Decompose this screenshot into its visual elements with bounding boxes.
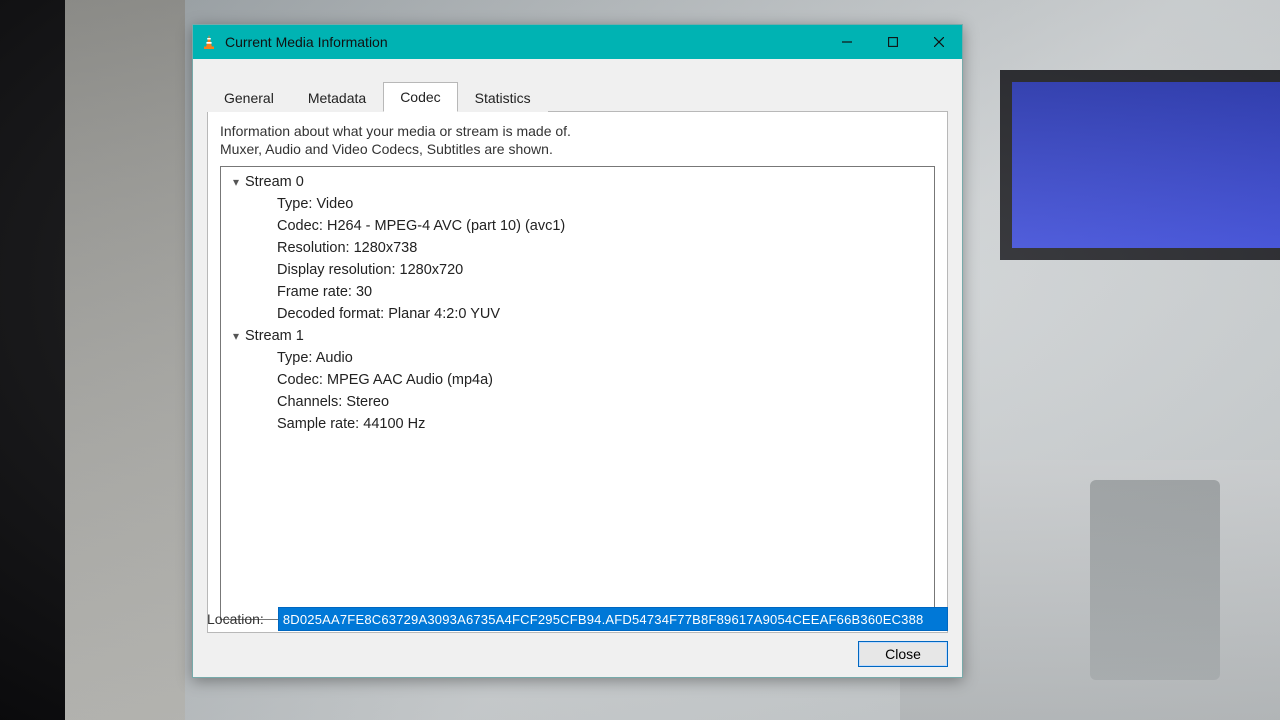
maximize-button[interactable] [870,25,916,59]
backdrop-strip [65,0,185,720]
property-key: Codec: [277,372,327,388]
codec-desc-line2: Muxer, Audio and Video Codecs, Subtitles… [220,140,935,158]
dialog-footer: Location: Close [193,607,962,667]
property-key: Channels: [277,394,346,410]
stream-property[interactable]: Frame rate: 30 [227,281,928,303]
property-value: MPEG AAC Audio (mp4a) [327,372,493,388]
vlc-cone-icon [201,34,217,50]
stream-header[interactable]: Stream 0 [227,171,928,193]
codec-desc-line1: Information about what your media or str… [220,122,935,140]
property-key: Sample rate: [277,416,363,432]
minimize-button[interactable] [824,25,870,59]
property-key: Codec: [277,218,327,234]
media-info-dialog: Current Media Information General Metada… [192,24,963,678]
backdrop-pillarbox-left [0,0,65,720]
property-value: Stereo [346,394,389,410]
property-value: Video [317,196,354,212]
stream-property[interactable]: Resolution: 1280x738 [227,237,928,259]
stream-property[interactable]: Codec: H264 - MPEG-4 AVC (part 10) (avc1… [227,215,928,237]
property-value: 1280x738 [354,240,418,256]
stream-property[interactable]: Channels: Stereo [227,391,928,413]
property-value: Audio [316,350,353,366]
codec-tabpage: Information about what your media or str… [207,111,948,633]
window-title: Current Media Information [225,34,388,50]
property-key: Resolution: [277,240,354,256]
location-label: Location: [207,611,264,627]
property-key: Type: [277,350,316,366]
stream-property[interactable]: Type: Video [227,193,928,215]
chevron-down-icon[interactable] [227,171,245,193]
stream-property[interactable]: Codec: MPEG AAC Audio (mp4a) [227,369,928,391]
property-value: H264 - MPEG-4 AVC (part 10) (avc1) [327,218,565,234]
close-window-button[interactable] [916,25,962,59]
tab-codec[interactable]: Codec [383,82,457,112]
tab-metadata[interactable]: Metadata [291,83,383,112]
stream-header[interactable]: Stream 1 [227,325,928,347]
button-row: Close [207,641,948,667]
property-value: 44100 Hz [363,416,425,432]
close-button[interactable]: Close [858,641,948,667]
property-value: 30 [356,284,372,300]
tab-statistics[interactable]: Statistics [458,83,548,112]
property-key: Decoded format: [277,306,388,322]
stream-property[interactable]: Sample rate: 44100 Hz [227,413,928,435]
stream-header-label: Stream 1 [245,325,304,347]
property-key: Display resolution: [277,262,400,278]
property-key: Frame rate: [277,284,356,300]
stream-property[interactable]: Decoded format: Planar 4:2:0 YUV [227,303,928,325]
codec-tree[interactable]: Stream 0Type: VideoCodec: H264 - MPEG-4 … [220,166,935,620]
property-key: Type: [277,196,317,212]
property-value: Planar 4:2:0 YUV [388,306,500,322]
location-row: Location: [207,607,948,631]
stream-header-label: Stream 0 [245,171,304,193]
backdrop-equipment [1090,480,1220,680]
backdrop-tv [1000,70,1280,260]
property-value: 1280x720 [400,262,464,278]
codec-description: Information about what your media or str… [220,122,935,158]
stream-property[interactable]: Type: Audio [227,347,928,369]
location-input[interactable] [278,607,948,631]
chevron-down-icon[interactable] [227,325,245,347]
window-buttons [824,25,962,59]
stream-property[interactable]: Display resolution: 1280x720 [227,259,928,281]
tab-strip: General Metadata Codec Statistics [193,79,962,111]
tab-general[interactable]: General [207,83,291,112]
titlebar[interactable]: Current Media Information [193,25,962,59]
